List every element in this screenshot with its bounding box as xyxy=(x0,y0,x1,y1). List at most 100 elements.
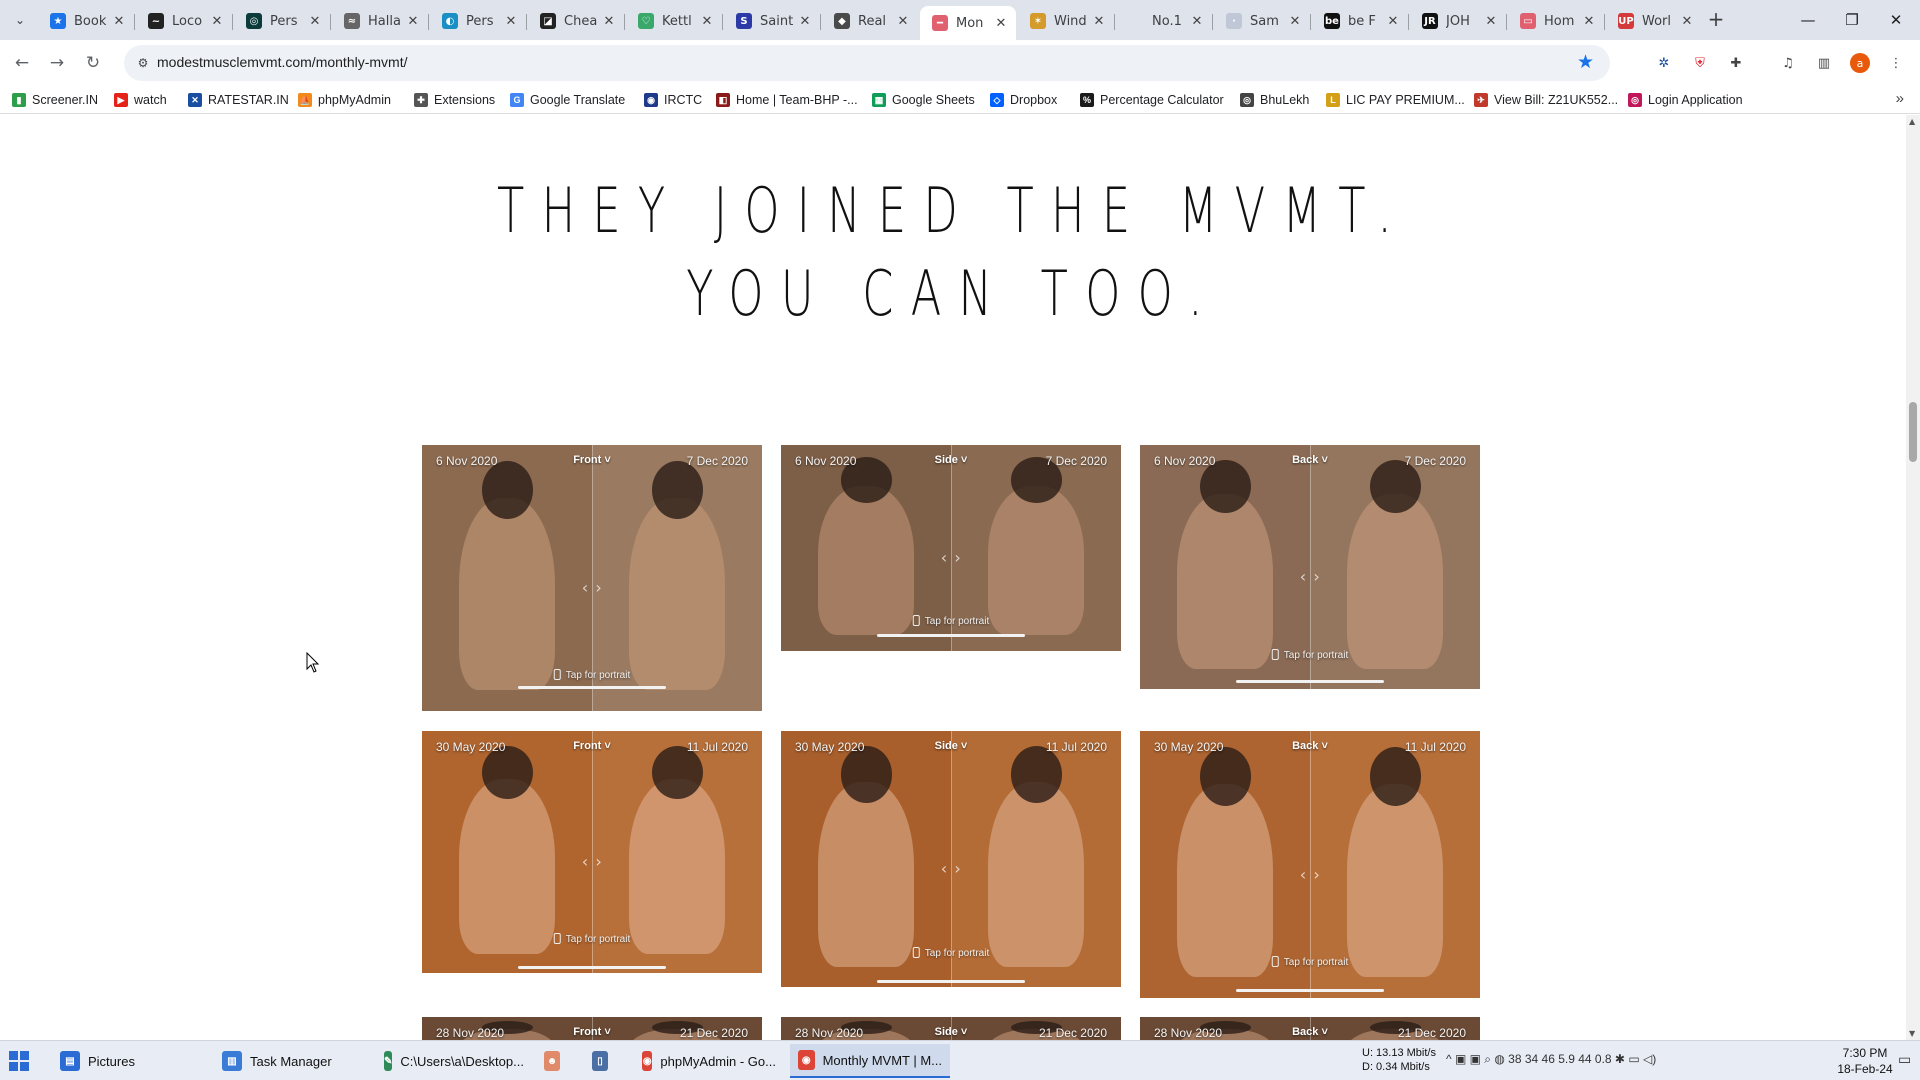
tap-for-portrait[interactable]: Tap for portrait xyxy=(553,669,630,681)
tab-6[interactable]: ♡ Kettl ✕ xyxy=(626,6,722,36)
chevron-left-icon[interactable]: ‹ xyxy=(582,852,588,871)
tab-12[interactable]: · Sam ✕ xyxy=(1214,6,1310,36)
scroll-up-icon[interactable]: ▲ xyxy=(1909,117,1915,126)
tab-close-icon[interactable]: ✕ xyxy=(796,12,814,30)
tab-close-icon[interactable]: ✕ xyxy=(1580,12,1598,30)
tab-search-button[interactable]: ⌄ xyxy=(8,8,32,32)
chevron-right-icon[interactable]: › xyxy=(595,578,601,597)
view-selector[interactable]: Front ˅ xyxy=(573,1026,611,1038)
tab-close-icon[interactable]: ✕ xyxy=(208,12,226,30)
bookmark-item[interactable]: ◧ Home | Team-BHP -... xyxy=(716,91,858,109)
tab-14[interactable]: JR JOH ✕ xyxy=(1410,6,1506,36)
bookmark-item[interactable]: G Google Translate xyxy=(510,91,625,109)
tab-9[interactable]: ━ Mon ✕ xyxy=(920,6,1016,40)
taskbar-app[interactable]: ◉ phpMyAdmin - Go... xyxy=(634,1044,784,1078)
tab-11[interactable]: No.1 ✕ xyxy=(1116,6,1212,36)
clock[interactable]: 7:30 PM 18-Feb-24 xyxy=(1836,1045,1894,1077)
tab-close-icon[interactable]: ✕ xyxy=(110,12,128,30)
page-scrollbar[interactable]: ▲ ▼ xyxy=(1906,115,1920,1040)
tab-close-icon[interactable]: ✕ xyxy=(1188,12,1206,30)
scrollbar-thumb[interactable] xyxy=(1909,402,1917,462)
transformation-card[interactable]: 6 Nov 2020 7 Dec 2020 Back ˅ ‹ › Tap for port… xyxy=(1140,445,1480,689)
bookmark-item[interactable]: ▶ watch xyxy=(114,91,167,109)
shield-icon[interactable]: ⛨ xyxy=(1690,53,1710,73)
restore-button[interactable]: ❐ xyxy=(1832,6,1872,34)
bookmark-item[interactable]: ◉ IRCTC xyxy=(644,91,702,109)
tab-3[interactable]: ≈ Halla ✕ xyxy=(332,6,428,36)
chevron-left-icon[interactable]: ‹ xyxy=(1300,865,1306,884)
bookmark-item[interactable]: ⛵ phpMyAdmin xyxy=(298,91,391,109)
tab-16[interactable]: UP Worl ✕ xyxy=(1606,6,1702,36)
tab-close-icon[interactable]: ✕ xyxy=(404,12,422,30)
minimize-button[interactable]: — xyxy=(1788,6,1828,34)
tab-close-icon[interactable]: ✕ xyxy=(1384,12,1402,30)
bookmark-star-icon[interactable]: ★ xyxy=(1577,51,1594,73)
chevron-left-icon[interactable]: ‹ xyxy=(1300,567,1306,586)
bookmark-item[interactable]: ✈ View Bill: Z21UK552... xyxy=(1474,91,1618,109)
bookmark-item[interactable]: ✚ Extensions xyxy=(414,91,495,109)
bookmark-item[interactable]: % Percentage Calculator xyxy=(1080,91,1224,109)
view-selector[interactable]: Side ˅ xyxy=(935,1026,968,1038)
tab-close-icon[interactable]: ✕ xyxy=(502,12,520,30)
tab-13[interactable]: be be F ✕ xyxy=(1312,6,1408,36)
scroll-down-icon[interactable]: ▼ xyxy=(1909,1029,1915,1038)
bookmark-item[interactable]: ▦ Google Sheets xyxy=(872,91,975,109)
close-window-button[interactable]: ✕ xyxy=(1876,6,1916,34)
chevron-right-icon[interactable]: › xyxy=(1313,567,1319,586)
back-button[interactable]: ← xyxy=(9,50,35,76)
tab-close-icon[interactable]: ✕ xyxy=(1678,12,1696,30)
transformation-card[interactable]: 30 May 2020 11 Jul 2020 Front ˅ ‹ › Tap for p… xyxy=(422,731,762,973)
tap-for-portrait[interactable]: Tap for portrait xyxy=(1271,649,1348,661)
bookmark-item[interactable]: L LIC PAY PREMIUM... xyxy=(1326,91,1465,109)
taskbar-app[interactable]: ▯ xyxy=(584,1044,624,1078)
taskbar-app[interactable]: ✎ C:\Users\a\Desktop... xyxy=(376,1044,526,1078)
transformation-card[interactable]: 28 Nov 202021 Dec 2020Side ˅‹› xyxy=(781,1017,1121,1040)
bookmark-item[interactable]: ✕ RATESTAR.IN xyxy=(188,91,289,109)
tab-close-icon[interactable]: ✕ xyxy=(992,14,1010,32)
chevron-left-icon[interactable]: ‹ xyxy=(941,859,947,878)
chevron-right-icon[interactable]: › xyxy=(954,859,960,878)
taskbar-app[interactable]: ☻ xyxy=(536,1044,576,1078)
tab-5[interactable]: ◪ Chea ✕ xyxy=(528,6,624,36)
extension-icon[interactable]: ✲ xyxy=(1654,53,1674,73)
avatar[interactable]: a xyxy=(1850,53,1870,73)
reload-button[interactable]: ↻ xyxy=(80,50,106,76)
notification-icon[interactable]: ▭ xyxy=(1898,1051,1911,1068)
tab-1[interactable]: ~ Loco ✕ xyxy=(136,6,232,36)
new-tab-button[interactable]: + xyxy=(1704,8,1728,32)
media-control-icon[interactable]: ♫ xyxy=(1778,53,1798,73)
puzzle-icon[interactable]: ✚ xyxy=(1726,53,1746,73)
chevron-left-icon[interactable]: ‹ xyxy=(941,548,947,567)
forward-button[interactable]: → xyxy=(44,50,70,76)
view-selector[interactable]: Side ˅ xyxy=(935,454,968,466)
address-bar[interactable]: ⚙ modestmusclemvmt.com/monthly-mvmt/ ★ xyxy=(124,45,1610,81)
tab-8[interactable]: ◆ Real ✕ xyxy=(822,6,918,36)
chevron-right-icon[interactable]: › xyxy=(1313,865,1319,884)
windows-start-icon[interactable] xyxy=(8,1050,30,1072)
view-selector[interactable]: Front ˅ xyxy=(573,740,611,752)
tab-close-icon[interactable]: ✕ xyxy=(1482,12,1500,30)
tab-close-icon[interactable]: ✕ xyxy=(1286,12,1304,30)
chevron-right-icon[interactable]: › xyxy=(954,548,960,567)
view-selector[interactable]: Side ˅ xyxy=(935,740,968,752)
chevron-right-icon[interactable]: › xyxy=(595,852,601,871)
tab-close-icon[interactable]: ✕ xyxy=(600,12,618,30)
transformation-card[interactable]: 30 May 2020 11 Jul 2020 Side ˅ ‹ › Tap for po… xyxy=(781,731,1121,987)
tab-close-icon[interactable]: ✕ xyxy=(698,12,716,30)
tab-close-icon[interactable]: ✕ xyxy=(306,12,324,30)
bookmark-item[interactable]: ◎ Login Application xyxy=(1628,91,1743,109)
tap-for-portrait[interactable]: Tap for portrait xyxy=(553,933,630,945)
tab-7[interactable]: S Saint ✕ xyxy=(724,6,820,36)
tab-close-icon[interactable]: ✕ xyxy=(1090,12,1108,30)
taskbar-app[interactable]: ▥ Task Manager xyxy=(214,1044,354,1078)
url-text[interactable]: modestmusclemvmt.com/monthly-mvmt/ xyxy=(157,54,407,70)
tab-4[interactable]: ◐ Pers ✕ xyxy=(430,6,526,36)
transformation-card[interactable]: 6 Nov 2020 7 Dec 2020 Front ˅ ‹ › Tap for por… xyxy=(422,445,762,711)
taskbar-app[interactable]: ◉ Monthly MVMT | M... xyxy=(790,1044,950,1078)
view-selector[interactable]: Back ˅ xyxy=(1292,454,1328,466)
side-panel-icon[interactable]: ▥ xyxy=(1814,53,1834,73)
chevron-left-icon[interactable]: ‹ xyxy=(582,578,588,597)
taskbar-app[interactable]: ▤ Pictures xyxy=(52,1044,192,1078)
tab-15[interactable]: ▭ Hom ✕ xyxy=(1508,6,1604,36)
tap-for-portrait[interactable]: Tap for portrait xyxy=(912,947,989,959)
